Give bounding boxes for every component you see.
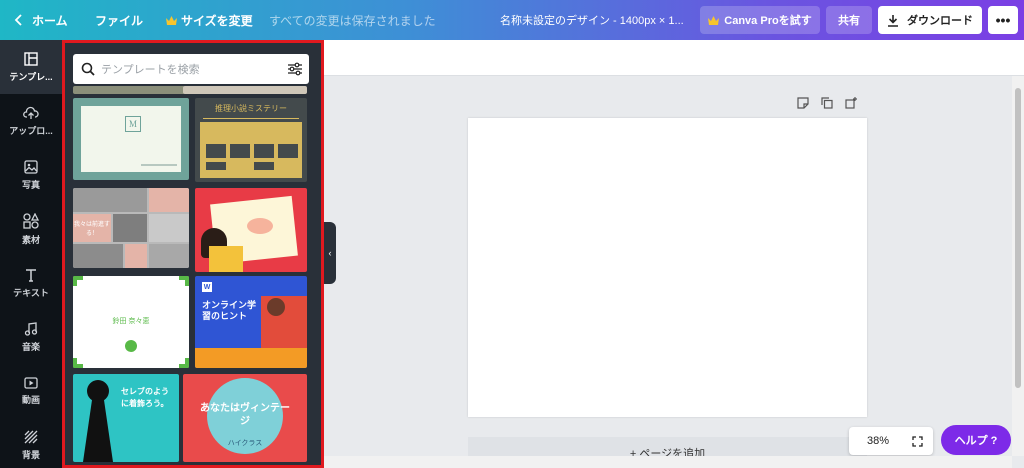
share-button[interactable]: 共有 bbox=[826, 6, 872, 34]
mystery-title: 推理小説ミステリー bbox=[203, 103, 299, 119]
duplicate-page-icon[interactable] bbox=[821, 97, 833, 109]
download-label: ダウンロード bbox=[907, 15, 973, 27]
add-page-icon[interactable] bbox=[845, 97, 857, 109]
sidebar-item-videos[interactable]: 動画 bbox=[0, 364, 62, 418]
sidebar-item-label: 素材 bbox=[21, 234, 40, 245]
template-partial-top-left[interactable] bbox=[73, 86, 185, 94]
certificate-name: 鈴田 奈々恵 bbox=[112, 318, 150, 325]
video-icon bbox=[24, 376, 38, 389]
try-canva-pro-button[interactable]: Canva Proを試す bbox=[700, 6, 820, 34]
zoom-value: 38% bbox=[867, 435, 890, 447]
sidebar-item-label: 写真 bbox=[21, 179, 40, 190]
vertical-scrollbar[interactable] bbox=[1012, 76, 1024, 456]
template-monogram-card[interactable]: M bbox=[73, 98, 189, 180]
pro-label: Canva Proを試す bbox=[724, 15, 812, 27]
shapes-icon bbox=[23, 212, 39, 229]
monogram-letter: M bbox=[125, 116, 141, 132]
sidebar-item-photos[interactable]: 写真 bbox=[0, 148, 62, 202]
celebrity-title: セレブのように着飾ろう。 bbox=[121, 387, 169, 408]
download-icon bbox=[888, 14, 898, 27]
fullscreen-icon[interactable] bbox=[912, 435, 923, 447]
template-photo-collage[interactable]: 我々は前進する！ bbox=[73, 188, 189, 268]
download-button[interactable]: ダウンロード bbox=[878, 6, 982, 34]
layout-icon bbox=[24, 51, 38, 66]
more-options-button[interactable]: ••• bbox=[988, 6, 1018, 34]
upload-cloud-icon bbox=[23, 106, 39, 119]
top-bar: ホーム ファイル サイズを変更 すべての変更は保存されました 名称未設定のデザイ… bbox=[0, 0, 1024, 40]
crown-icon bbox=[166, 15, 177, 25]
photo-icon bbox=[24, 159, 38, 174]
filter-icon[interactable] bbox=[287, 62, 303, 76]
note-icon[interactable] bbox=[797, 97, 809, 109]
sidebar-item-elements[interactable]: 素材 bbox=[0, 202, 62, 256]
more-icon: ••• bbox=[995, 12, 1011, 28]
templates-panel: テンプレートを検索 M 推理小説ミステリー 我々は前進する！ 鈴田 奈々恵 W … bbox=[62, 40, 324, 468]
sidebar-item-label: 背景 bbox=[21, 449, 40, 460]
vintage-title: あなたはヴィンテージ bbox=[200, 403, 290, 427]
template-celebrity[interactable]: セレブのように着飾ろう。 bbox=[73, 374, 179, 462]
design-title[interactable]: 名称未設定のデザイン - 1400px × 1... bbox=[500, 0, 684, 40]
home-label: ホーム bbox=[32, 13, 68, 28]
collage-caption: 我々は前進する！ bbox=[73, 214, 111, 242]
design-page[interactable] bbox=[468, 118, 867, 417]
design-title-text: 名称未設定のデザイン - 1400px × 1... bbox=[500, 15, 684, 27]
zoom-control[interactable]: 38% bbox=[849, 427, 933, 455]
sidebar-item-label: 音楽 bbox=[21, 341, 40, 352]
help-label: ヘルプ ? bbox=[954, 435, 998, 447]
background-icon bbox=[24, 430, 38, 443]
music-icon bbox=[24, 321, 38, 336]
sidebar-item-music[interactable]: 音楽 bbox=[0, 310, 62, 364]
text-icon bbox=[26, 268, 36, 282]
template-vintage[interactable]: あなたはヴィンテージ ハイクラス bbox=[183, 374, 307, 462]
vintage-subtitle: ハイクラス bbox=[227, 440, 263, 447]
sidebar-item-uploads[interactable]: アップロ... bbox=[0, 94, 62, 148]
help-button[interactable]: ヘルプ ? bbox=[941, 425, 1011, 455]
template-search[interactable]: テンプレートを検索 bbox=[73, 54, 309, 84]
resize-button[interactable]: サイズを変更 bbox=[166, 0, 253, 40]
crown-icon bbox=[708, 15, 720, 25]
scrollbar-thumb[interactable] bbox=[1015, 88, 1021, 388]
file-menu-button[interactable]: ファイル bbox=[95, 0, 143, 40]
collapse-panel-button[interactable]: ‹ bbox=[324, 222, 336, 284]
template-partial-top-right[interactable] bbox=[183, 86, 307, 94]
save-status: すべての変更は保存されました bbox=[269, 0, 436, 40]
home-button[interactable]: ホーム bbox=[14, 0, 68, 40]
template-certificate[interactable]: 鈴田 奈々恵 bbox=[73, 276, 189, 368]
chevron-left-icon bbox=[14, 14, 22, 26]
template-online-learning[interactable]: W オンライン学習のヒント bbox=[195, 276, 307, 368]
resize-label: サイズを変更 bbox=[181, 13, 253, 28]
sidebar-item-text[interactable]: テキスト bbox=[0, 256, 62, 310]
editor-toolbar bbox=[324, 40, 1024, 76]
learning-title: オンライン学習のヒント bbox=[202, 300, 257, 321]
search-input[interactable]: テンプレートを検索 bbox=[101, 61, 287, 77]
canva-editor: ホーム ファイル サイズを変更 すべての変更は保存されました 名称未設定のデザイ… bbox=[0, 0, 1024, 468]
share-label: 共有 bbox=[838, 15, 860, 27]
page-tools bbox=[797, 97, 857, 109]
sidebar-item-label: テンプレ... bbox=[9, 71, 53, 82]
file-label: ファイル bbox=[95, 13, 144, 28]
side-nav: テンプレ... アップロ... 写真 素材 テキスト 音楽 動画 背景 bbox=[0, 40, 62, 468]
save-status-text: すべての変更は保存されました bbox=[269, 13, 436, 28]
search-icon bbox=[81, 62, 95, 76]
sidebar-item-label: アップロ... bbox=[9, 125, 53, 136]
template-child-drawing[interactable] bbox=[195, 188, 307, 272]
sidebar-item-backgrounds[interactable]: 背景 bbox=[0, 418, 62, 468]
sidebar-item-label: 動画 bbox=[21, 394, 40, 405]
sidebar-item-templates[interactable]: テンプレ... bbox=[0, 40, 62, 94]
sidebar-item-label: テキスト bbox=[13, 287, 49, 298]
chevron-left-icon: ‹ bbox=[328, 248, 332, 258]
learning-badge: W bbox=[202, 282, 212, 292]
horizontal-scrollbar[interactable] bbox=[324, 456, 1012, 468]
template-mystery-club[interactable]: 推理小説ミステリー bbox=[195, 98, 307, 182]
